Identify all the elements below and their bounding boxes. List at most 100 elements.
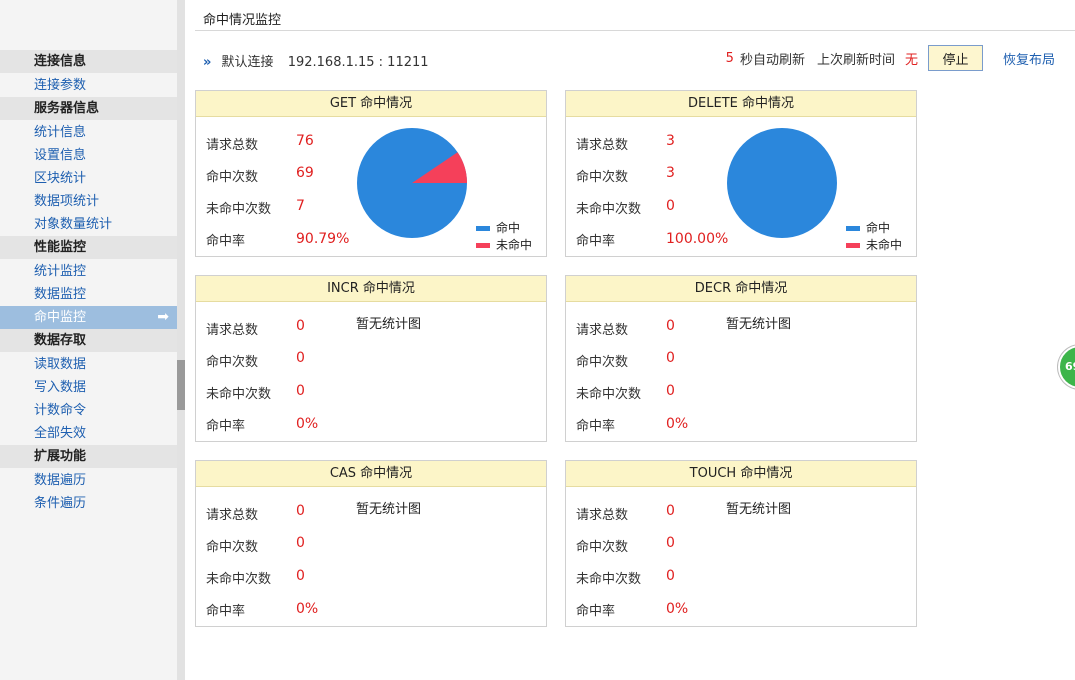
requests-value: 0 xyxy=(296,503,305,519)
rate-value: 0% xyxy=(666,416,689,432)
misses-value: 7 xyxy=(296,198,305,214)
connection-row: » 默认连接 192.168.1.15 : 11211 xyxy=(203,51,429,70)
panel-title: CAS 命中情况 xyxy=(196,461,546,487)
rate-label: 命中率 xyxy=(206,234,246,249)
sidebar-item-data-traverse[interactable]: 数据遍历 xyxy=(0,469,177,492)
hits-label: 命中次数 xyxy=(206,170,259,185)
sidebar-item-flush-all[interactable]: 全部失效 xyxy=(0,422,177,445)
restore-layout-link[interactable]: 恢复布局 xyxy=(1003,49,1055,68)
sidebar-item-conditional-traverse[interactable]: 条件遍历 xyxy=(0,492,177,515)
requests-value: 3 xyxy=(666,133,675,149)
refresh-interval-label: 秒自动刷新 xyxy=(739,52,805,68)
sidebar-group-server-info[interactable]: 服务器信息 xyxy=(0,97,177,120)
hits-value: 0 xyxy=(296,350,305,366)
misses-value: 0 xyxy=(666,383,675,399)
requests-label: 请求总数 xyxy=(206,508,259,523)
legend-hit: 命中 xyxy=(476,219,520,236)
last-refresh-value: 无 xyxy=(904,52,918,68)
hits-value: 0 xyxy=(666,350,675,366)
legend-hit-label: 命中 xyxy=(866,221,891,235)
sidebar-item-read-data[interactable]: 读取数据 xyxy=(0,353,177,376)
pie-slice-hit xyxy=(727,128,837,238)
requests-label: 请求总数 xyxy=(576,323,629,338)
title-divider xyxy=(195,30,1075,31)
panel-title: INCR 命中情况 xyxy=(196,276,546,302)
pie-chart-get xyxy=(357,128,467,238)
sidebar-item-hit-monitor[interactable]: 命中监控 ➡ xyxy=(0,306,177,329)
misses-label: 未命中次数 xyxy=(206,387,272,402)
panel-touch: TOUCH 命中情况 请求总数 0 命中次数 0 未命中次数 0 命中率 0% … xyxy=(565,460,917,627)
hits-value: 3 xyxy=(666,165,675,181)
rate-value: 0% xyxy=(296,601,319,617)
panel-incr: INCR 命中情况 请求总数 0 命中次数 0 未命中次数 0 命中率 0% 暂… xyxy=(195,275,547,442)
sidebar-group-performance[interactable]: 性能监控 xyxy=(0,236,177,259)
hits-value: 0 xyxy=(296,535,305,551)
arrow-right-icon: ➡ xyxy=(157,309,169,325)
legend-miss-label: 未命中 xyxy=(866,238,903,252)
panel-delete: DELETE 命中情况 请求总数 3 命中次数 3 未命中次数 0 命中率 10… xyxy=(565,90,917,257)
sidebar-item-slab-stats[interactable]: 区块统计 xyxy=(0,167,177,190)
requests-value: 0 xyxy=(296,318,305,334)
requests-label: 请求总数 xyxy=(576,138,629,153)
floating-badge[interactable]: 69 xyxy=(1058,345,1075,389)
panel-decr: DECR 命中情况 请求总数 0 命中次数 0 未命中次数 0 命中率 0% 暂… xyxy=(565,275,917,442)
hits-label: 命中次数 xyxy=(576,170,629,185)
panel-title: DECR 命中情况 xyxy=(566,276,916,302)
rate-value: 90.79% xyxy=(296,231,350,247)
legend-miss: 未命中 xyxy=(846,236,902,253)
panel-title: GET 命中情况 xyxy=(196,91,546,117)
sidebar: 连接信息 连接参数 服务器信息 统计信息 设置信息 区块统计 数据项统计 对象数… xyxy=(0,0,177,680)
misses-label: 未命中次数 xyxy=(206,202,272,217)
legend-miss-label: 未命中 xyxy=(496,238,533,252)
panel-title: TOUCH 命中情况 xyxy=(566,461,916,487)
panel-title: DELETE 命中情况 xyxy=(566,91,916,117)
sidebar-item-stats-info[interactable]: 统计信息 xyxy=(0,121,177,144)
requests-label: 请求总数 xyxy=(576,508,629,523)
sidebar-item-settings-info[interactable]: 设置信息 xyxy=(0,144,177,167)
no-chart-text: 暂无统计图 xyxy=(356,317,422,332)
stop-button[interactable]: 停止 xyxy=(927,45,983,71)
rate-label: 命中率 xyxy=(206,419,246,434)
misses-value: 0 xyxy=(296,568,305,584)
sidebar-nav: 连接信息 连接参数 服务器信息 统计信息 设置信息 区块统计 数据项统计 对象数… xyxy=(0,50,177,515)
connection-label: 默认连接 xyxy=(221,55,274,70)
rate-label: 命中率 xyxy=(206,604,246,619)
page-title: 命中情况监控 xyxy=(203,13,282,28)
panel-cas: CAS 命中情况 请求总数 0 命中次数 0 未命中次数 0 命中率 0% 暂无… xyxy=(195,460,547,627)
sidebar-item-write-data[interactable]: 写入数据 xyxy=(0,376,177,399)
connection-address: 192.168.1.15 : 11211 xyxy=(287,55,429,70)
sidebar-scrollbar[interactable] xyxy=(177,0,185,680)
sidebar-item-label: 命中监控 xyxy=(34,310,87,325)
last-refresh-label: 上次刷新时间 xyxy=(816,52,895,68)
sidebar-group-connection[interactable]: 连接信息 xyxy=(0,50,177,73)
legend-swatch-miss xyxy=(846,243,860,248)
no-chart-text: 暂无统计图 xyxy=(726,502,792,517)
requests-label: 请求总数 xyxy=(206,138,259,153)
sidebar-item-connection-params[interactable]: 连接参数 xyxy=(0,74,177,97)
misses-value: 0 xyxy=(666,198,675,214)
hits-value: 69 xyxy=(296,165,314,181)
hits-value: 0 xyxy=(666,535,675,551)
sidebar-item-counter-command[interactable]: 计数命令 xyxy=(0,399,177,422)
misses-value: 0 xyxy=(666,568,675,584)
sidebar-scrollbar-thumb[interactable] xyxy=(177,360,185,410)
misses-label: 未命中次数 xyxy=(576,387,642,402)
sidebar-item-object-count-stats[interactable]: 对象数量统计 xyxy=(0,213,177,236)
sidebar-item-item-stats[interactable]: 数据项统计 xyxy=(0,190,177,213)
rate-value: 0% xyxy=(666,601,689,617)
double-chevron-right-icon: » xyxy=(203,55,212,70)
sidebar-group-data-access[interactable]: 数据存取 xyxy=(0,329,177,352)
panel-get: GET 命中情况 请求总数 76 命中次数 69 未命中次数 7 命中率 90.… xyxy=(195,90,547,257)
requests-value: 0 xyxy=(666,503,675,519)
sidebar-item-stats-monitor[interactable]: 统计监控 xyxy=(0,260,177,283)
hits-label: 命中次数 xyxy=(206,540,259,555)
misses-label: 未命中次数 xyxy=(206,572,272,587)
requests-value: 76 xyxy=(296,133,314,149)
rate-label: 命中率 xyxy=(576,234,616,249)
hits-label: 命中次数 xyxy=(576,355,629,370)
refresh-interval: 5 xyxy=(725,50,734,66)
sidebar-item-data-monitor[interactable]: 数据监控 xyxy=(0,283,177,306)
legend-swatch-miss xyxy=(476,243,490,248)
legend-hit-label: 命中 xyxy=(496,221,521,235)
sidebar-group-extensions[interactable]: 扩展功能 xyxy=(0,445,177,468)
